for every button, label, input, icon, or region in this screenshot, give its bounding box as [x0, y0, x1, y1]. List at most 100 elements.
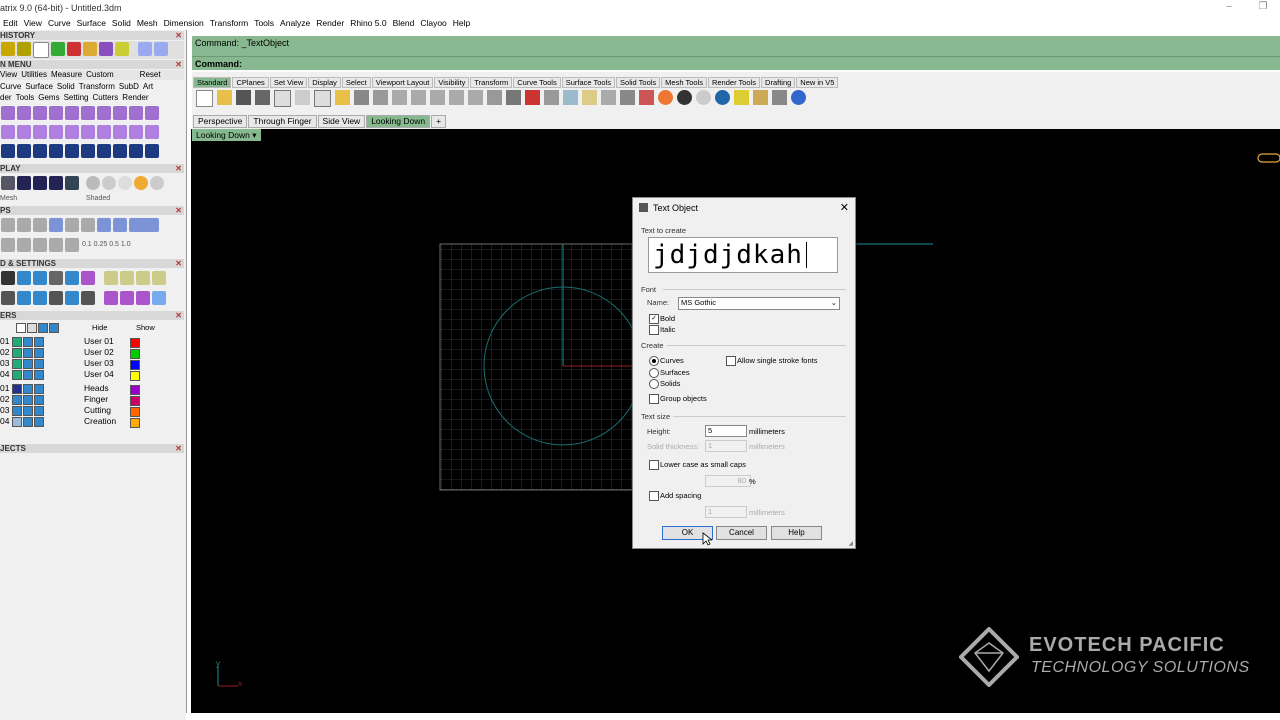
- record-icon[interactable]: [51, 42, 65, 56]
- layer-swatch[interactable]: [11, 369, 22, 380]
- layer-name[interactable]: User 03: [84, 358, 114, 368]
- display-mode2[interactable]: Shaded: [86, 195, 166, 204]
- zoom-icon[interactable]: [411, 90, 426, 105]
- menu-item-tools[interactable]: Tools: [16, 93, 35, 102]
- settings-icon[interactable]: [136, 291, 150, 305]
- shape-icon[interactable]: [129, 125, 143, 139]
- snap-icon[interactable]: [17, 218, 31, 232]
- layer-row[interactable]: 03: [0, 405, 45, 416]
- snap-icon[interactable]: [65, 238, 79, 252]
- close-icon[interactable]: ✕: [175, 31, 182, 40]
- settings-icon[interactable]: [33, 271, 47, 285]
- tab-mesh-tools[interactable]: Mesh Tools: [661, 77, 707, 88]
- snap-icon[interactable]: [81, 218, 95, 232]
- print-icon[interactable]: [255, 90, 270, 105]
- layer-color-swatch[interactable]: [130, 337, 140, 348]
- save-icon[interactable]: [236, 90, 251, 105]
- viewport-label[interactable]: Looking Down ▾: [192, 129, 261, 141]
- tab-surface-tools[interactable]: Surface Tools: [561, 77, 616, 88]
- menu-surface[interactable]: Surface: [74, 16, 109, 30]
- tool-icon[interactable]: [81, 144, 95, 158]
- settings-icon[interactable]: [81, 271, 95, 285]
- curve-icon[interactable]: [83, 42, 97, 56]
- layer-row[interactable]: 02: [0, 394, 45, 405]
- close-icon[interactable]: ✕: [175, 60, 182, 69]
- shape-icon[interactable]: [113, 106, 127, 120]
- settings-icon[interactable]: [17, 271, 31, 285]
- tab-select[interactable]: Select: [341, 77, 371, 88]
- settings-icon[interactable]: [1, 291, 15, 305]
- layer-row[interactable]: 03: [0, 358, 45, 369]
- menu-item-art[interactable]: Art: [143, 82, 153, 91]
- solids-radio[interactable]: [649, 379, 659, 389]
- gem-icon[interactable]: [67, 42, 81, 56]
- hide-button[interactable]: Hide: [92, 323, 107, 332]
- snap-value[interactable]: 0.5: [109, 241, 119, 248]
- tab-render-tools[interactable]: Render Tools: [707, 77, 761, 88]
- menu-item-transform[interactable]: Transform: [79, 82, 115, 91]
- layer-swatch[interactable]: [22, 347, 33, 358]
- line-icon[interactable]: [1, 42, 15, 56]
- transform-icon[interactable]: [582, 90, 597, 105]
- snap-icon[interactable]: [1, 218, 15, 232]
- snap-value[interactable]: 1.0: [121, 241, 131, 248]
- snap-value[interactable]: 0.25: [94, 241, 108, 248]
- menu-clayoo[interactable]: Clayoo: [417, 16, 449, 30]
- settings-icon[interactable]: [17, 291, 31, 305]
- layer-color[interactable]: [130, 370, 140, 381]
- display-mode-icon[interactable]: [33, 176, 47, 190]
- layer-swatch[interactable]: [11, 416, 22, 427]
- layer-swatch[interactable]: [33, 358, 44, 369]
- layer-name[interactable]: Finger: [84, 394, 108, 404]
- layer-row[interactable]: 02: [0, 347, 45, 358]
- tool-icon[interactable]: [129, 144, 143, 158]
- menu-edit[interactable]: Edit: [0, 16, 21, 30]
- tab-custom[interactable]: Custom: [86, 70, 114, 79]
- minimize-button[interactable]: –: [1212, 0, 1246, 14]
- cut-icon[interactable]: [295, 90, 310, 105]
- layer-swatch[interactable]: [22, 383, 33, 394]
- layer-color-swatch[interactable]: [130, 384, 140, 395]
- layer-swatch[interactable]: [22, 369, 33, 380]
- layer-swatch[interactable]: [33, 416, 44, 427]
- copy-icon[interactable]: [314, 90, 331, 107]
- open-icon[interactable]: [217, 90, 232, 105]
- settings-icon[interactable]: [152, 271, 166, 285]
- tab-looking-down[interactable]: Looking Down: [366, 115, 431, 128]
- layer-color-swatch[interactable]: [130, 406, 140, 417]
- snap-value[interactable]: 0.1: [82, 241, 92, 248]
- layer-swatch[interactable]: [11, 394, 22, 405]
- help-icon[interactable]: [791, 90, 806, 105]
- shape-icon[interactable]: [97, 106, 111, 120]
- layer-name[interactable]: Creation: [84, 416, 116, 426]
- menu-item-solid[interactable]: Solid: [57, 82, 75, 91]
- box-icon[interactable]: [99, 42, 113, 56]
- curves-radio[interactable]: [649, 356, 659, 366]
- layer-swatch[interactable]: [33, 369, 44, 380]
- menu-rhino5[interactable]: Rhino 5.0: [347, 16, 389, 30]
- snap-icon[interactable]: [129, 218, 159, 232]
- settings-icon[interactable]: [33, 291, 47, 305]
- render-icon[interactable]: [677, 90, 692, 105]
- lock-icon[interactable]: [620, 90, 635, 105]
- group-objects-checkbox[interactable]: [649, 394, 659, 404]
- snap-icon[interactable]: [65, 218, 79, 232]
- cancel-button[interactable]: Cancel: [716, 526, 767, 540]
- height-input[interactable]: 5: [705, 425, 747, 437]
- move-icon[interactable]: [392, 90, 407, 105]
- zoom-selected-icon[interactable]: [468, 90, 483, 105]
- shape-icon[interactable]: [145, 106, 159, 120]
- shape-icon[interactable]: [65, 125, 79, 139]
- tab-view[interactable]: View: [0, 70, 17, 79]
- pan-icon[interactable]: [373, 90, 388, 105]
- single-stroke-checkbox[interactable]: [726, 356, 736, 366]
- settings-icon[interactable]: [152, 291, 166, 305]
- small-caps-checkbox[interactable]: [649, 460, 659, 470]
- display-mode-icon[interactable]: [1, 176, 15, 190]
- close-button[interactable]: ✕: [840, 201, 849, 214]
- snap-icon[interactable]: [97, 218, 111, 232]
- shape-icon[interactable]: [113, 125, 127, 139]
- layer-swatch[interactable]: [11, 336, 22, 347]
- shape-icon[interactable]: [1, 125, 15, 139]
- layer-color[interactable]: [130, 406, 140, 417]
